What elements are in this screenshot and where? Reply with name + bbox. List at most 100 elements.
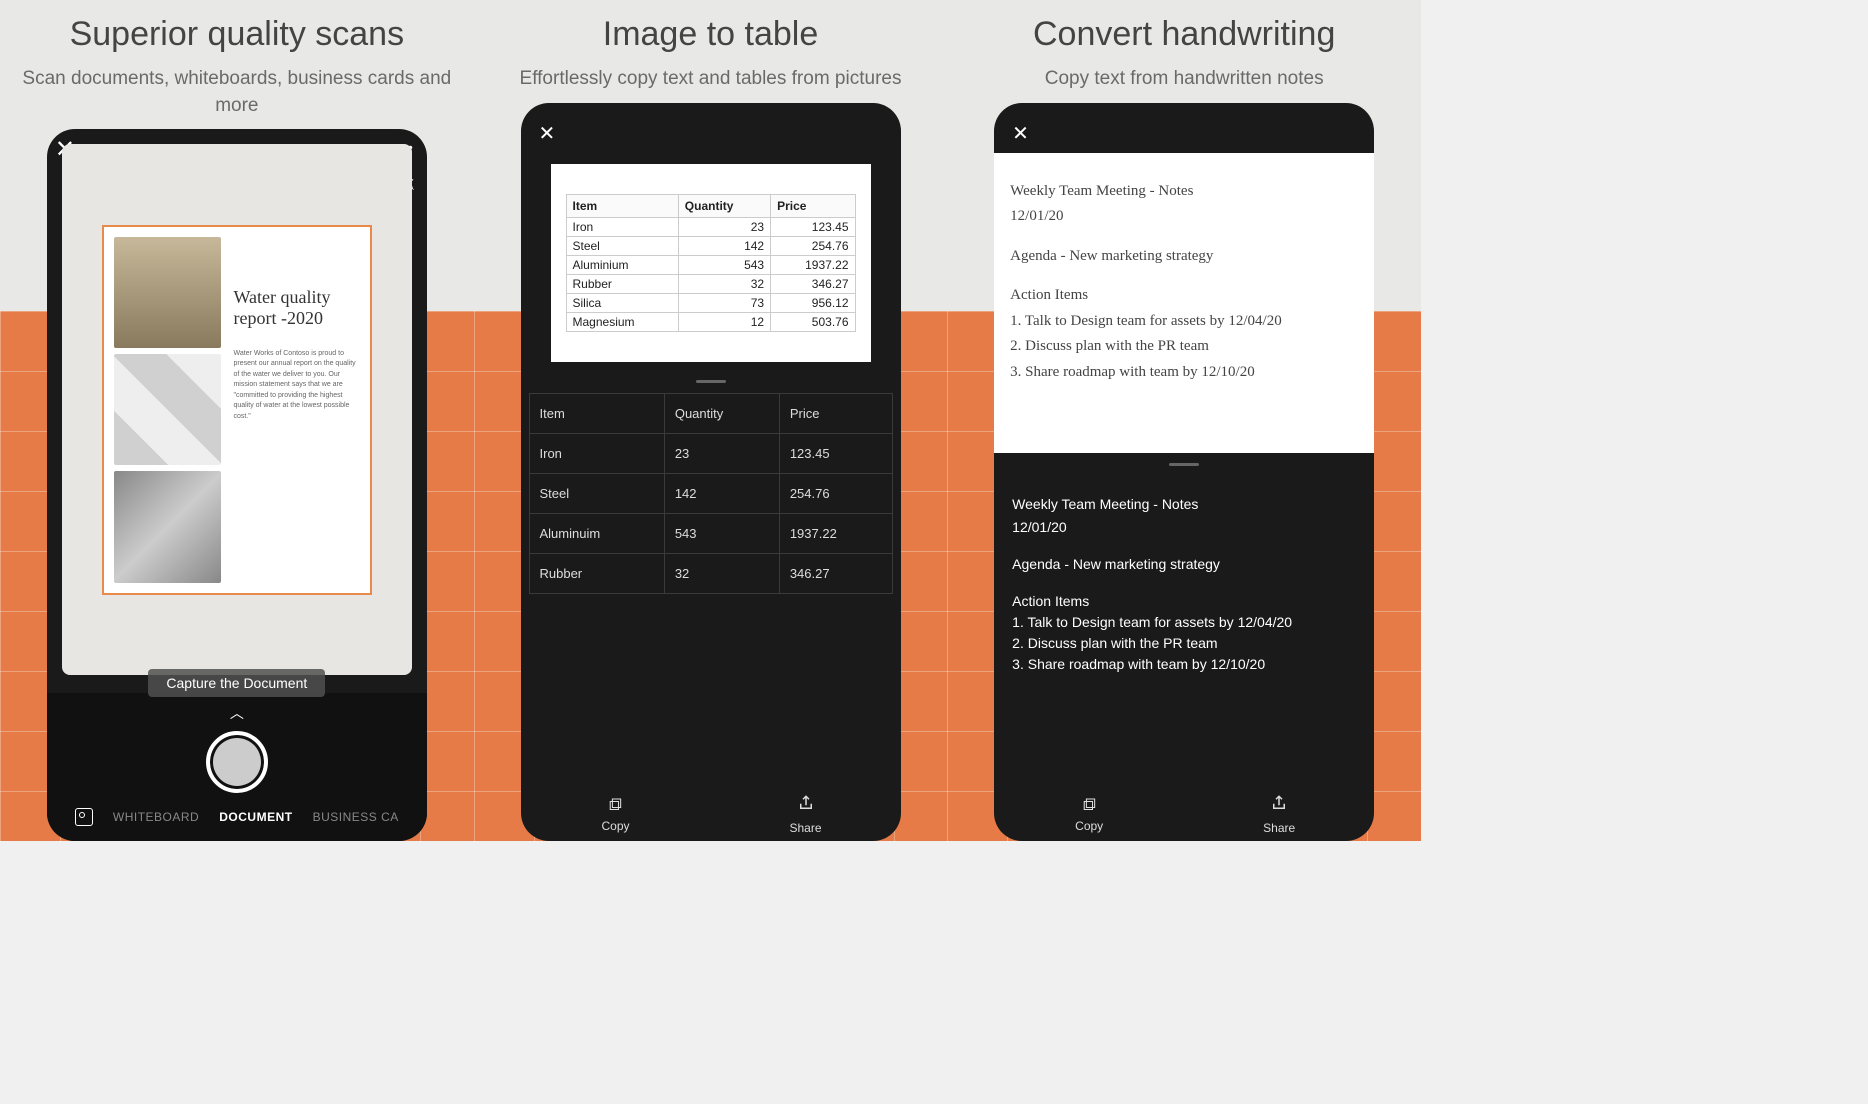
heading: Image to table Effortlessly copy text an… [500, 0, 922, 98]
panel-title: Convert handwriting [1033, 15, 1335, 54]
panel-subtitle: Effortlessly copy text and tables from p… [520, 66, 902, 93]
table-cell: 346.27 [779, 553, 892, 593]
source-image: Item Quantity Price Iron23123.45Steel142… [551, 164, 871, 362]
table-cell: Rubber [529, 553, 664, 593]
result-line: Agenda - New marketing strategy [1012, 554, 1356, 575]
extracted-text: Weekly Team Meeting - Notes 12/01/20 Age… [994, 476, 1374, 784]
panel-handwriting: Convert handwriting Copy text from handw… [947, 0, 1421, 841]
doc-title: Water quality report -2020 [233, 287, 359, 329]
handwritten-note: Weekly Team Meeting - Notes 12/01/20 Age… [994, 153, 1374, 453]
hw-line: Action Items [1010, 283, 1358, 309]
table-row: Silica73956.12 [566, 293, 855, 312]
drag-handle[interactable] [1169, 463, 1199, 466]
table-cell: Iron [529, 433, 664, 473]
share-button[interactable]: Share [711, 794, 901, 835]
chevron-up-icon[interactable]: ︿ [47, 703, 427, 723]
action-bar: Copy Share [521, 784, 901, 841]
table-row: Iron23123.45 [529, 433, 892, 473]
table-row: Iron23123.45 [566, 217, 855, 236]
phone-frame: ••• A Water quality report -2020 Water W… [47, 129, 427, 841]
phone-frame: Weekly Team Meeting - Notes 12/01/20 Age… [994, 103, 1374, 841]
table-cell: 346.27 [771, 274, 855, 293]
share-label: Share [1263, 821, 1295, 835]
heading: Convert handwriting Copy text from handw… [1013, 0, 1355, 98]
panel-subtitle: Copy text from handwritten notes [1033, 66, 1335, 93]
result-line: Weekly Team Meeting - Notes [1012, 494, 1356, 515]
copy-button[interactable]: Copy [994, 794, 1184, 835]
hw-line: 12/01/20 [1010, 204, 1358, 230]
table-cell: Silica [566, 293, 678, 312]
table-cell: 142 [664, 473, 779, 513]
document-text: Water quality report -2020 Water Works o… [233, 237, 359, 583]
hw-line: 3. Share roadmap with team by 12/10/20 [1010, 360, 1358, 386]
hw-line: Weekly Team Meeting - Notes [1010, 179, 1358, 205]
table-cell: 32 [678, 274, 770, 293]
copy-icon [994, 794, 1184, 815]
close-icon[interactable] [1012, 121, 1029, 146]
capture-hint: Capture the Document [148, 669, 325, 697]
hw-line: Agenda - New marketing strategy [1010, 244, 1358, 270]
panel-title: Superior quality scans [20, 15, 454, 54]
table-cell: Iron [566, 217, 678, 236]
drag-handle[interactable] [696, 380, 726, 383]
th: Price [771, 194, 855, 217]
th: Quantity [678, 194, 770, 217]
phone-frame: Item Quantity Price Iron23123.45Steel142… [521, 103, 901, 841]
mode-document[interactable]: DOCUMENT [219, 810, 292, 824]
mode-business-card[interactable]: BUSINESS CA [313, 810, 399, 824]
result-line: 12/01/20 [1012, 517, 1356, 538]
table-cell: 254.76 [779, 473, 892, 513]
table-row: Rubber32346.27 [566, 274, 855, 293]
mode-whiteboard[interactable]: WHITEBOARD [113, 810, 199, 824]
table-row: Steel142254.76 [529, 473, 892, 513]
share-icon [711, 794, 901, 817]
copy-button[interactable]: Copy [521, 794, 711, 835]
table-cell: 142 [678, 236, 770, 255]
th: Item [566, 194, 678, 217]
hw-line: 1. Talk to Design team for assets by 12/… [1010, 309, 1358, 335]
action-bar: Copy Share [994, 784, 1374, 841]
share-label: Share [789, 821, 821, 835]
copy-icon [521, 794, 711, 815]
gallery-icon[interactable] [75, 808, 93, 826]
table-cell: 12 [678, 312, 770, 331]
table-cell: 23 [664, 433, 779, 473]
table-cell: 1937.22 [779, 513, 892, 553]
capture-modes: WHITEBOARD DOCUMENT BUSINESS CA [47, 808, 427, 826]
copy-label: Copy [1075, 819, 1103, 833]
source-table: Item Quantity Price Iron23123.45Steel142… [566, 194, 856, 332]
table-cell: 543 [664, 513, 779, 553]
heading: Superior quality scans Scan documents, w… [0, 0, 474, 124]
table-cell: Rubber [566, 274, 678, 293]
doc-image [114, 237, 222, 348]
document-images [114, 237, 222, 583]
table-cell: 956.12 [771, 293, 855, 312]
copy-label: Copy [601, 819, 629, 833]
shutter-button[interactable] [206, 731, 268, 793]
table-cell: 73 [678, 293, 770, 312]
result-line: Action Items [1012, 591, 1356, 612]
result-line: 1. Talk to Design team for assets by 12/… [1012, 612, 1356, 633]
result-line: 3. Share roadmap with team by 12/10/20 [1012, 654, 1356, 675]
table-cell: Aluminuim [529, 513, 664, 553]
table-cell: 1937.22 [771, 255, 855, 274]
camera-controls: ︿ WHITEBOARD DOCUMENT BUSINESS CA [47, 693, 427, 841]
doc-body: Water Works of Contoso is proud to prese… [233, 349, 359, 423]
panel-subtitle: Scan documents, whiteboards, business ca… [20, 66, 454, 119]
table-row: Rubber32346.27 [529, 553, 892, 593]
share-button[interactable]: Share [1184, 794, 1374, 835]
table-cell: Steel [529, 473, 664, 513]
close-icon[interactable] [539, 123, 556, 145]
table-cell: 123.45 [771, 217, 855, 236]
doc-image [114, 354, 222, 465]
table-cell: 503.76 [771, 312, 855, 331]
hw-line: 2. Discuss plan with the PR team [1010, 334, 1358, 360]
table-row: Magnesium12503.76 [566, 312, 855, 331]
scanned-document: Water quality report -2020 Water Works o… [102, 225, 372, 595]
th: Item [529, 393, 664, 433]
table-cell: Aluminium [566, 255, 678, 274]
panel-scans: Superior quality scans Scan documents, w… [0, 0, 474, 841]
camera-viewport: Water quality report -2020 Water Works o… [62, 144, 412, 675]
table-cell: Steel [566, 236, 678, 255]
table-cell: 254.76 [771, 236, 855, 255]
